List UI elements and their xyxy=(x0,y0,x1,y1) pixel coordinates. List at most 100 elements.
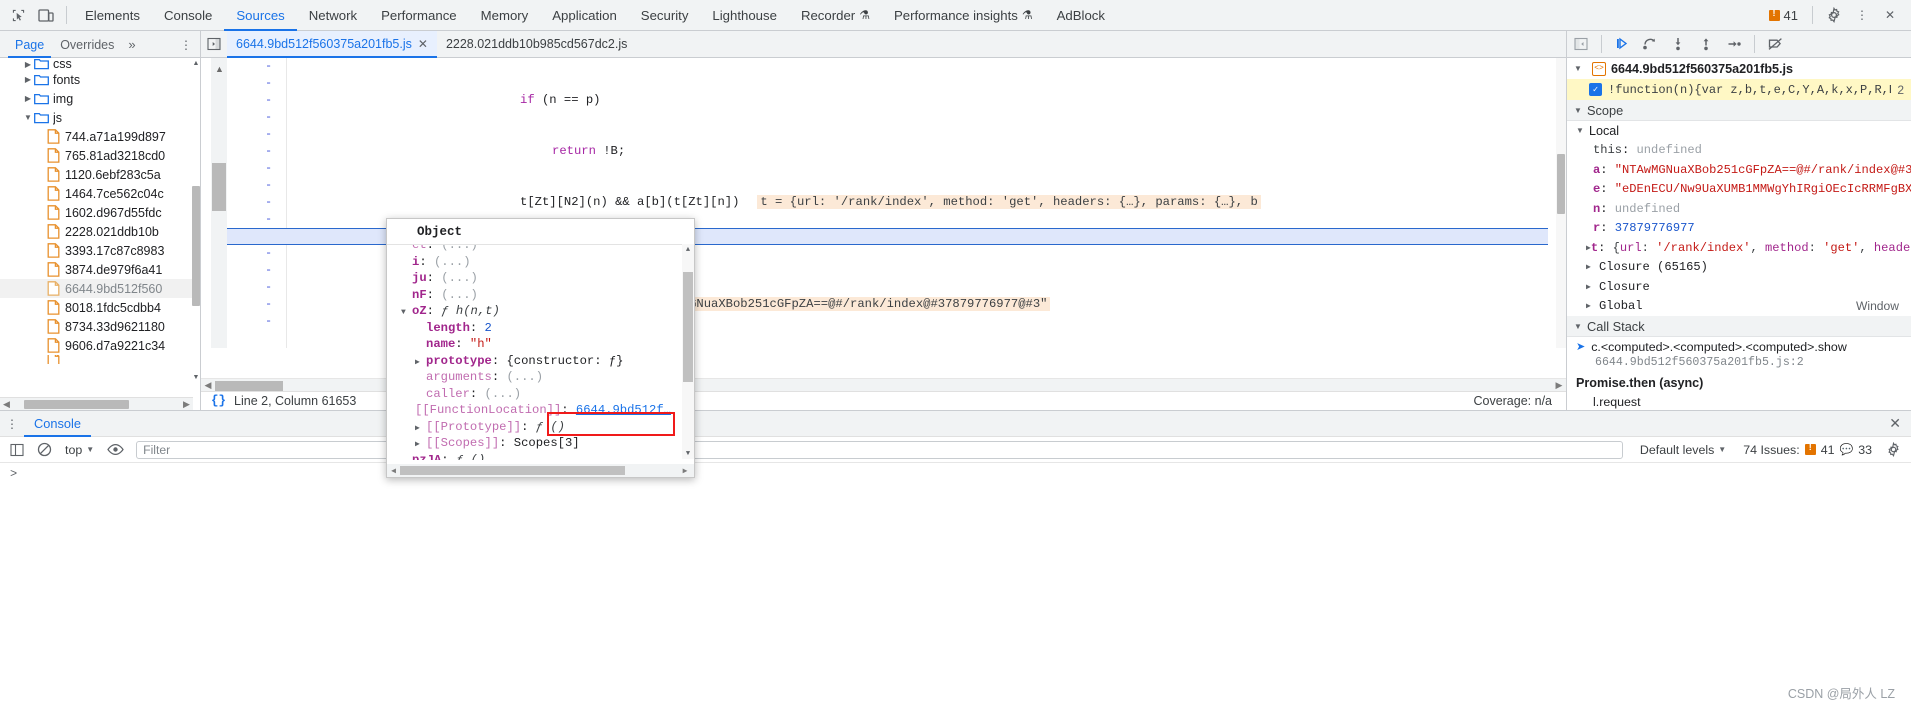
scroll-right-arrow-icon[interactable]: ▶ xyxy=(1552,380,1566,391)
show-debugger-sidebar-icon[interactable] xyxy=(1567,31,1595,57)
breakpoint-file-row[interactable]: ▼ <> 6644.9bd512f560375a201fb5.js xyxy=(1567,58,1911,79)
step-button[interactable] xyxy=(1720,31,1748,57)
tree-item-file[interactable]: 1464.7ce562c04c xyxy=(0,184,200,203)
inspect-element-icon[interactable] xyxy=(4,2,32,28)
tree-item-file[interactable]: 1120.6ebf283c5a xyxy=(0,165,200,184)
tree-item-file[interactable]: 8018.1fdc5cdbb4 xyxy=(0,298,200,317)
property-row[interactable]: pzJA: ƒ () xyxy=(387,452,694,460)
scroll-down-arrow-icon[interactable]: ▼ xyxy=(192,374,200,381)
issues-summary[interactable]: 74 Issues: 41 💬 33 xyxy=(1737,442,1878,457)
chevron-down-icon[interactable]: ▼ xyxy=(1574,322,1587,331)
popover-horizontal-scrollbar[interactable]: ◀ ▶ xyxy=(387,464,694,477)
pretty-print-icon[interactable]: {} xyxy=(201,394,234,408)
scope-variable-a[interactable]: a: "NTAwMGNuaXBob251cGFpZA==@#/rank/inde… xyxy=(1567,160,1911,180)
object-popover[interactable]: Object et: (...) i: (...) ju: (...) nF: … xyxy=(386,218,695,478)
scope-variable-this[interactable]: this: undefined xyxy=(1567,141,1911,161)
popover-vertical-scrollbar[interactable]: ▲ ▼ xyxy=(682,244,694,459)
chevron-right-icon[interactable]: ▶ xyxy=(415,355,426,372)
scroll-right-arrow-icon[interactable]: ▶ xyxy=(676,466,694,476)
more-tabs-chevron-icon[interactable]: » xyxy=(123,37,140,52)
tree-item-file[interactable]: 2228.021ddb10b xyxy=(0,222,200,241)
tree-item-fonts[interactable]: ▶ fonts xyxy=(0,70,200,89)
nav-tab-page[interactable]: Page xyxy=(8,32,51,58)
execution-context-selector[interactable]: top ▼ xyxy=(59,443,100,457)
chevron-right-icon[interactable]: ▶ xyxy=(1586,301,1599,311)
property-row[interactable]: nF: (...) xyxy=(387,287,694,304)
tree-item-file[interactable]: 3393.17c87c8983 xyxy=(0,241,200,260)
tab-security[interactable]: Security xyxy=(629,0,701,31)
scope-variable-e[interactable]: e: "eDEnECU/Nw9UaXUMB1MMWgYhIRgiOEcIcRRM… xyxy=(1567,180,1911,200)
tree-item-js[interactable]: ▼ js xyxy=(0,108,200,127)
tree-item-file[interactable]: 1602.d967d55fdc xyxy=(0,203,200,222)
property-row[interactable]: i: (...) xyxy=(387,254,694,271)
tree-item-img[interactable]: ▶ img xyxy=(0,89,200,108)
property-row-expanded[interactable]: ▼ oZ: ƒ h(n,t) xyxy=(387,303,694,320)
scope-group-local[interactable]: ▼ Local xyxy=(1567,121,1911,141)
call-stack-section-header[interactable]: ▼ Call Stack xyxy=(1567,316,1911,337)
chevron-right-icon[interactable]: ▶ xyxy=(1586,282,1599,292)
property-row[interactable]: ▶ [[Scopes]]: Scopes[3] xyxy=(387,435,694,452)
scroll-left-arrow-icon[interactable]: ◀ xyxy=(387,466,400,476)
navigator-more-options-icon[interactable]: ⋮ xyxy=(180,38,192,52)
scope-variable-n[interactable]: n: undefined xyxy=(1567,199,1911,219)
scope-section-header[interactable]: ▼ Scope xyxy=(1567,100,1911,121)
scrollbar-thumb[interactable] xyxy=(24,399,129,409)
collapse-navigator-icon[interactable] xyxy=(201,37,227,51)
scope-group-closure-65165[interactable]: ▶ Closure (65165) xyxy=(1567,258,1911,278)
console-sidebar-icon[interactable] xyxy=(5,438,29,462)
device-toolbar-icon[interactable] xyxy=(32,2,60,28)
property-row[interactable]: length: 2 xyxy=(387,320,694,337)
tab-memory[interactable]: Memory xyxy=(469,0,541,31)
chevron-down-icon[interactable]: ▼ xyxy=(1574,106,1587,115)
close-tab-icon[interactable]: ✕ xyxy=(418,37,428,51)
tree-item-file[interactable]: 744.a71a199d897 xyxy=(0,127,200,146)
tree-item-file[interactable]: 765.81ad3218cd0 xyxy=(0,146,200,165)
chevron-down-icon[interactable]: ▼ xyxy=(401,305,412,322)
gear-icon[interactable] xyxy=(1881,438,1905,462)
tab-network[interactable]: Network xyxy=(297,0,369,31)
tree-item-file[interactable] xyxy=(0,355,200,364)
navigator-horizontal-scrollbar[interactable]: ◀ ▶ xyxy=(0,397,193,410)
scroll-left-arrow-icon[interactable]: ◀ xyxy=(201,380,215,391)
nav-tab-overrides[interactable]: Overrides xyxy=(53,32,121,58)
scroll-up-arrow-icon[interactable]: ▲ xyxy=(192,60,200,67)
tree-item-file[interactable]: 8734.33d9621180 xyxy=(0,317,200,336)
scope-variable-r[interactable]: r: 37879776977 xyxy=(1567,219,1911,239)
chevron-right-icon[interactable]: ▶ xyxy=(22,75,34,84)
property-row[interactable]: arguments: (...) xyxy=(387,369,694,386)
tab-application[interactable]: Application xyxy=(540,0,629,31)
console-input-prompt[interactable]: > xyxy=(0,463,1911,485)
scrollbar-thumb[interactable] xyxy=(400,466,625,475)
deactivate-breakpoints-button[interactable] xyxy=(1761,31,1789,57)
property-row[interactable]: ju: (...) xyxy=(387,270,694,287)
scroll-up-arrow-icon[interactable]: ▲ xyxy=(215,64,224,74)
scrollbar-thumb[interactable] xyxy=(1557,154,1565,214)
drawer-tab-console[interactable]: Console xyxy=(24,411,91,437)
warning-count-badge[interactable]: 41 xyxy=(1763,8,1804,23)
editor-tab-2228[interactable]: 2228.021ddb10b985cd567dc2.js xyxy=(437,31,636,58)
breakpoint-checkbox[interactable]: ✓ xyxy=(1589,83,1602,96)
clear-console-icon[interactable] xyxy=(32,438,56,462)
tab-performance-insights[interactable]: Performance insights ⚗ xyxy=(882,0,1045,31)
chevron-right-icon[interactable]: ▶ xyxy=(22,60,34,69)
call-stack-frame-current[interactable]: ➤ c.<computed>.<computed>.<computed>.sho… xyxy=(1567,337,1911,356)
tab-console[interactable]: Console xyxy=(152,0,224,31)
scrollbar-thumb[interactable] xyxy=(192,186,200,306)
close-icon[interactable]: ✕ xyxy=(1877,2,1903,28)
scroll-up-arrow-icon[interactable]: ▲ xyxy=(682,246,694,254)
property-row[interactable]: et: (...) xyxy=(387,245,694,254)
drawer-more-options-icon[interactable]: ⋮ xyxy=(0,417,24,431)
step-into-next-function-call-button[interactable] xyxy=(1664,31,1692,57)
property-row[interactable]: ▶ prototype: {constructor: ƒ} xyxy=(387,353,694,370)
tab-lighthouse[interactable]: Lighthouse xyxy=(700,0,789,31)
log-levels-selector[interactable]: Default levels ▼ xyxy=(1632,443,1734,457)
scroll-down-arrow-icon[interactable]: ▼ xyxy=(682,450,694,458)
scroll-left-arrow-icon[interactable]: ◀ xyxy=(0,399,13,410)
tab-adblock[interactable]: AdBlock xyxy=(1045,0,1117,31)
property-row[interactable]: name: "h" xyxy=(387,336,694,353)
property-row[interactable]: caller: (...) xyxy=(387,386,694,403)
scope-group-closure[interactable]: ▶ Closure xyxy=(1567,277,1911,297)
gear-icon[interactable] xyxy=(1821,2,1847,28)
chevron-right-icon[interactable]: ▶ xyxy=(22,94,34,103)
tab-elements[interactable]: Elements xyxy=(73,0,152,31)
